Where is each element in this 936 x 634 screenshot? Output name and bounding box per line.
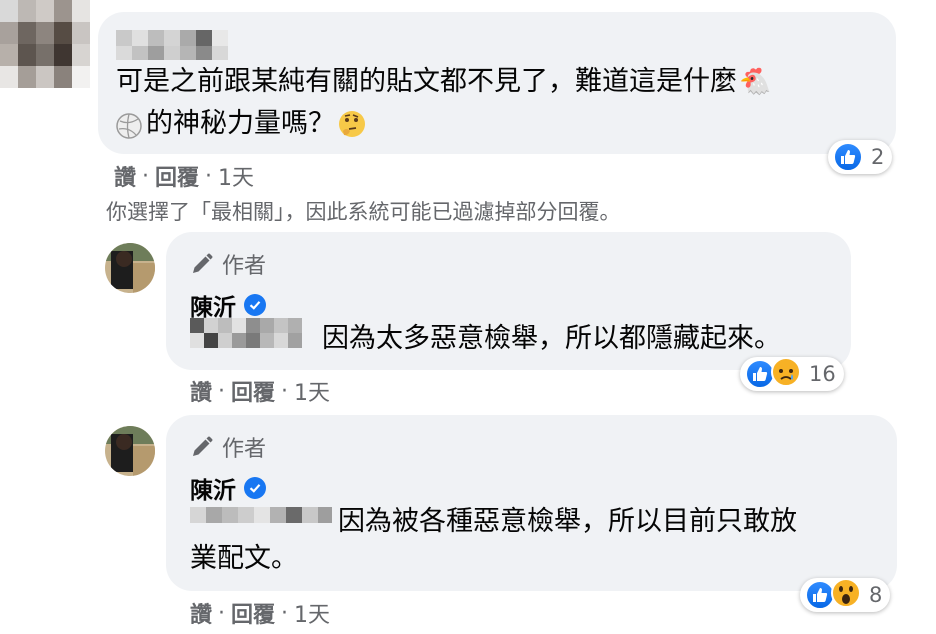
author-tag-label: 作者 — [222, 437, 267, 462]
pixelated-mention-icon — [190, 318, 302, 348]
reply-text-line2: 業配文。 — [190, 543, 298, 574]
reply-reactions[interactable]: 8 — [800, 578, 891, 612]
comment-actions: 讚 · 回覆 · 1天 — [114, 160, 254, 192]
verified-badge-icon — [244, 294, 266, 316]
reply-text: 因為太多惡意檢舉，所以都隱藏起來。 — [322, 323, 781, 354]
filter-notice: 你選擇了「最相關」，因此系統可能已過濾掉部分回覆。 — [106, 200, 621, 224]
reaction-count: 16 — [809, 362, 836, 386]
reply-reactions[interactable]: 16 — [740, 357, 844, 391]
comment-text-line1: 可是之前跟某純有關的貼文都不見了，難道這是什麼 — [116, 66, 737, 97]
like-button[interactable]: 讚 — [190, 597, 212, 629]
pixelated-avatar-icon — [0, 0, 92, 88]
author-photo-icon — [105, 426, 155, 476]
author-tag: 作者 — [190, 248, 266, 280]
reply-button[interactable]: 回覆 — [231, 597, 275, 629]
like-button[interactable]: 讚 — [114, 160, 136, 192]
avatar-blurred[interactable] — [0, 0, 92, 88]
blurred-mention[interactable] — [190, 501, 334, 543]
timestamp[interactable]: 1天 — [218, 160, 254, 192]
separator: · — [218, 378, 226, 404]
author-photo-icon — [105, 243, 155, 293]
reply-actions: 讚 · 回覆 · 1天 — [190, 597, 330, 629]
comment-text-line2: 的神秘力量嗎？ — [146, 108, 335, 139]
reply-bubble: 作者 陳沂 因為太多惡意檢舉，所以都隱藏起來。 — [166, 232, 851, 370]
author-tag-label: 作者 — [222, 254, 267, 279]
pencil-icon — [193, 436, 213, 456]
reply-bubble: 作者 陳沂 因為被各種惡意檢舉，所以目前只敢放 業配文。 — [166, 415, 897, 591]
separator: · — [281, 378, 289, 404]
volleyball-icon — [116, 111, 142, 139]
chicken-emoji-icon: 🐔 — [739, 67, 772, 97]
reaction-count: 2 — [871, 145, 885, 169]
blurred-mention[interactable] — [190, 316, 314, 362]
pixelated-mention-icon — [190, 507, 332, 523]
reaction-count: 8 — [869, 583, 883, 607]
separator: · — [205, 163, 213, 189]
timestamp[interactable]: 1天 — [294, 597, 330, 629]
thinking-face-icon — [337, 109, 367, 139]
pencil-icon — [193, 253, 213, 273]
author-avatar[interactable] — [105, 243, 155, 293]
separator: · — [218, 600, 226, 626]
like-icon — [833, 142, 863, 172]
reply-actions: 讚 · 回覆 · 1天 — [190, 375, 330, 407]
wow-icon — [831, 578, 861, 612]
separator: · — [142, 163, 150, 189]
comment-bubble: 可是之前跟某純有關的貼文都不見了，難道這是什麼 🐔 的神秘力量嗎？ — [98, 12, 896, 154]
blurred-name[interactable] — [116, 26, 248, 66]
verified-badge-icon — [244, 477, 266, 499]
comment-reactions[interactable]: 2 — [828, 140, 893, 174]
separator: · — [281, 600, 289, 626]
reply-text-line1: 因為被各種惡意檢舉，所以目前只敢放 — [338, 506, 797, 537]
timestamp[interactable]: 1天 — [294, 375, 330, 407]
like-button[interactable]: 讚 — [190, 375, 212, 407]
author-tag: 作者 — [190, 431, 266, 463]
pixelated-name-icon — [116, 30, 228, 60]
author-name[interactable]: 陳沂 — [190, 471, 236, 505]
sad-icon — [771, 357, 801, 391]
author-avatar[interactable] — [105, 426, 155, 476]
reply-button[interactable]: 回覆 — [155, 160, 199, 192]
reply-button[interactable]: 回覆 — [231, 375, 275, 407]
